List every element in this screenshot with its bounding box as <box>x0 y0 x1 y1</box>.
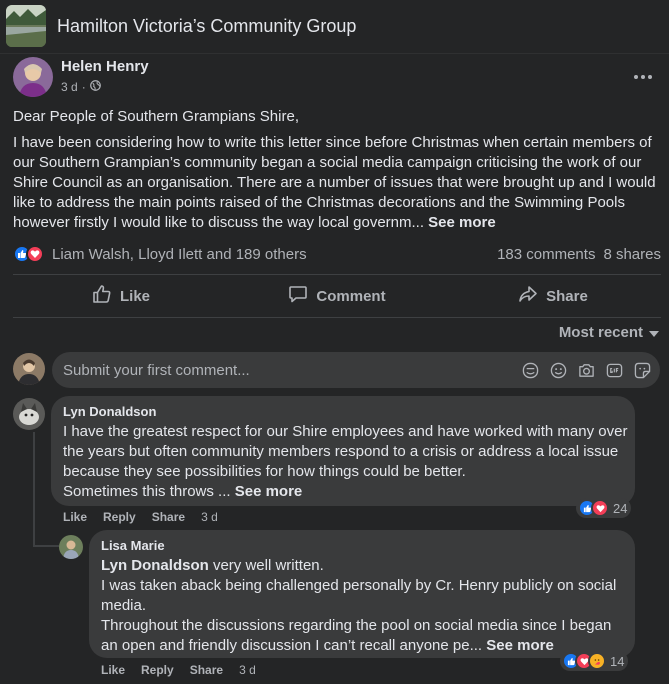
reply-text-line-last: an open and friendly discussion I can’t … <box>101 636 623 656</box>
reply-like-link[interactable]: Like <box>101 663 125 677</box>
see-more-link[interactable]: See more <box>428 214 496 231</box>
comment-share-link[interactable]: Share <box>152 510 185 524</box>
reply-reply-link[interactable]: Reply <box>141 663 174 677</box>
comment-label: Comment <box>316 287 386 305</box>
comment-see-more[interactable]: See more <box>235 483 303 500</box>
caret-down-icon <box>649 324 659 341</box>
group-thumbnail[interactable] <box>6 5 46 47</box>
comment-reaction-count: 24 <box>613 500 628 516</box>
reply-mention[interactable]: Lyn Donaldson <box>101 557 209 574</box>
reply-reaction-count: 14 <box>610 653 625 669</box>
post-time[interactable]: 3 d <box>61 80 78 94</box>
comment-reply-link[interactable]: Reply <box>103 510 136 524</box>
post-body-line: I have been considering how to write thi… <box>13 134 652 151</box>
author-avatar[interactable] <box>13 57 53 97</box>
group-header: Hamilton Victoria’s Community Group <box>0 0 669 54</box>
post-counts: 183 comments 8 shares <box>497 246 661 263</box>
reply-text-line-first: Lyn Donaldson very well written. <box>101 556 623 576</box>
reply-reactions[interactable]: 14 <box>560 651 629 671</box>
more-icon <box>634 66 652 84</box>
reply-text-line: media. <box>101 597 147 614</box>
reply-time[interactable]: 3 d <box>239 663 256 677</box>
share-label: Share <box>546 287 588 305</box>
thread-line <box>33 432 35 546</box>
reactions-row: Liam Walsh, Lloyd Ilett and 189 others 1… <box>13 243 661 265</box>
sort-label: Most recent <box>558 324 643 341</box>
comments-count[interactable]: 183 comments <box>497 246 595 263</box>
care-reaction-icon <box>588 652 606 670</box>
reply-text-line: an open and friendly discussion I can’t … <box>101 637 483 654</box>
like-button[interactable]: Like <box>13 276 229 316</box>
comment-time[interactable]: 3 d <box>201 510 218 524</box>
comment-text-line: I have the greatest respect for our Shir… <box>63 423 628 440</box>
love-reaction-icon <box>591 499 609 517</box>
meta-separator: · <box>81 80 86 94</box>
reply-bubble: Lisa Marie Lyn Donaldson very well writt… <box>89 530 635 658</box>
post-body-line: our Southern Grampian’s community began … <box>13 154 642 171</box>
post-body-line: Shire Council as an organisation. There … <box>13 174 656 191</box>
post-action-bar: Like Comment Share <box>13 276 661 316</box>
comment-text-line: Sometimes this throws ... <box>63 483 231 500</box>
post-body-line-last: however firstly I would like to discuss … <box>13 213 661 233</box>
post-body-line: however firstly I would like to discuss … <box>13 214 424 231</box>
sticker-icon[interactable] <box>633 359 652 381</box>
comment-actions: Like Reply Share 3 d <box>63 510 218 524</box>
comment-text-line-last: Sometimes this throws ... See more <box>63 482 623 502</box>
reply-text-line: I was taken aback being challenged perso… <box>101 577 617 594</box>
reply-author[interactable]: Lisa Marie <box>101 538 623 553</box>
reply-text: Lyn Donaldson very well written. I was t… <box>101 556 623 656</box>
post-greeting: Dear People of Southern Grampians Shire, <box>13 108 299 125</box>
comment-text-line: because they see possibilities for how t… <box>63 463 466 480</box>
divider <box>13 317 661 318</box>
comment-bubble: Lyn Donaldson I have the greatest respec… <box>51 396 635 506</box>
commenter-avatar[interactable] <box>13 398 45 430</box>
thumbs-up-icon <box>92 284 112 308</box>
comment-like-link[interactable]: Like <box>63 510 87 524</box>
post-body-line: like to address the main points raised o… <box>13 194 625 211</box>
emoji-icon[interactable] <box>549 359 568 381</box>
comment-input-placeholder: Submit your first comment... <box>63 361 250 379</box>
divider <box>13 274 661 275</box>
author-name[interactable]: Helen Henry <box>61 58 149 75</box>
thread-line <box>33 545 59 547</box>
like-label: Like <box>119 287 150 305</box>
share-button[interactable]: Share <box>445 276 661 316</box>
post-body: I have been considering how to write thi… <box>13 133 661 233</box>
comment-input[interactable]: Submit your first comment... <box>52 352 660 388</box>
reply-actions: Like Reply Share 3 d <box>101 663 256 677</box>
reaction-icons[interactable] <box>13 245 44 263</box>
reply-avatar[interactable] <box>59 535 83 559</box>
globe-icon <box>89 80 101 94</box>
comment-sort-dropdown[interactable]: Most recent <box>559 324 659 341</box>
comment-text-line: the years but often community members re… <box>63 443 619 460</box>
reaction-summary[interactable]: Liam Walsh, Lloyd Ilett and 189 others <box>52 246 307 263</box>
comment-reactions[interactable]: 24 <box>576 498 632 518</box>
group-title[interactable]: Hamilton Victoria’s Community Group <box>57 16 356 37</box>
post-meta: 3 d · <box>61 80 101 94</box>
reply-text-segment: very well written. <box>208 557 324 574</box>
love-reaction-icon <box>26 245 44 263</box>
reply-see-more[interactable]: See more <box>486 637 554 654</box>
viewer-avatar[interactable] <box>13 353 45 385</box>
avatar-sticker-icon[interactable] <box>521 359 540 381</box>
share-icon <box>518 284 538 308</box>
comment-text: I have the greatest respect for our Shir… <box>63 422 628 502</box>
reply-share-link[interactable]: Share <box>190 663 223 677</box>
reply-text-line: Throughout the discussions regarding the… <box>101 617 612 634</box>
composer-tools <box>521 359 652 381</box>
comment-author[interactable]: Lyn Donaldson <box>63 404 623 419</box>
comment-icon <box>288 284 308 308</box>
shares-count[interactable]: 8 shares <box>603 246 661 263</box>
post-more-button[interactable] <box>628 64 658 86</box>
comment-button[interactable]: Comment <box>229 276 445 316</box>
gif-icon[interactable] <box>605 359 624 381</box>
camera-icon[interactable] <box>577 359 596 381</box>
